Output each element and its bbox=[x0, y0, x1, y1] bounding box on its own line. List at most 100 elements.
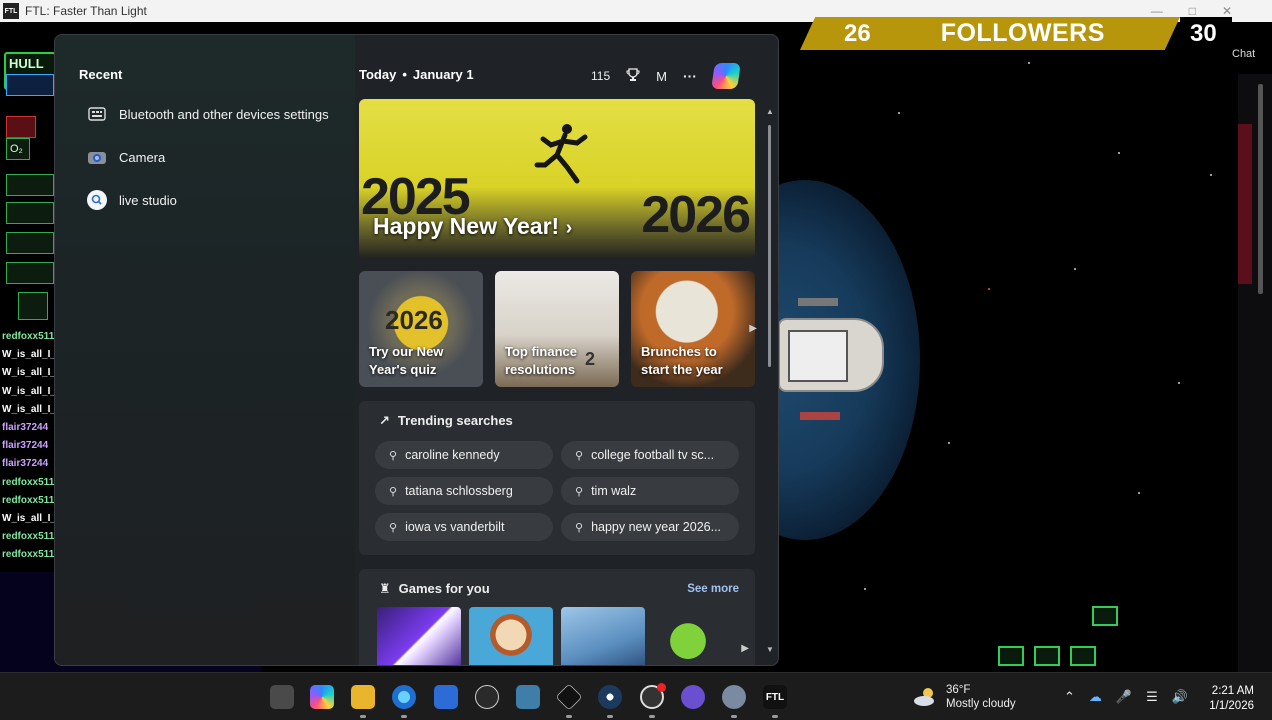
recent-item-bluetooth[interactable]: Bluetooth and other devices settings bbox=[87, 105, 329, 123]
search-icon bbox=[87, 190, 107, 210]
volume-icon[interactable]: 🔊 bbox=[1172, 689, 1188, 705]
ship-controls bbox=[998, 606, 1128, 672]
game-tile-2[interactable] bbox=[469, 607, 553, 665]
card-finance-resolutions[interactable]: 2 Top finance resolutions bbox=[495, 271, 619, 387]
reward-points[interactable]: 115 bbox=[591, 69, 610, 83]
card-new-year-quiz[interactable]: 2026 Try our New Year's quiz bbox=[359, 271, 483, 387]
game-tile-1[interactable] bbox=[377, 607, 461, 665]
copilot-icon[interactable] bbox=[711, 63, 741, 89]
ftl-taskbar-icon[interactable]: FTL bbox=[763, 685, 787, 709]
more-options-button[interactable]: ··· bbox=[683, 68, 697, 84]
chat-tab[interactable]: Chat bbox=[1232, 48, 1255, 60]
trending-item[interactable]: ⚲ tatiana schlossberg bbox=[375, 477, 553, 505]
scroll-up-icon[interactable]: ▲ bbox=[766, 107, 774, 116]
chess-piece-icon: ♜ bbox=[379, 581, 391, 596]
followers-label: FOLLOWERS bbox=[940, 19, 1105, 47]
crew-control-icon[interactable] bbox=[18, 292, 48, 320]
shield-system[interactable] bbox=[6, 74, 54, 96]
game-tile-3[interactable] bbox=[561, 607, 645, 665]
pause-icon[interactable] bbox=[1070, 646, 1096, 666]
account-avatar[interactable]: M bbox=[656, 69, 667, 84]
scroll-down-icon[interactable]: ▼ bbox=[766, 645, 774, 654]
taskbar: FTL 36°F Mostly cloudy ⌃ ☁ 🎤 ☰ 🔊 2:21 AM… bbox=[0, 672, 1272, 720]
flyout-scrollbar[interactable]: ▲ ▼ bbox=[766, 107, 774, 655]
store-icon[interactable] bbox=[434, 685, 458, 709]
recent-item-label: Bluetooth and other devices settings bbox=[119, 106, 329, 122]
player-ship[interactable] bbox=[778, 298, 884, 420]
chat-name: redfoxx511 bbox=[2, 531, 55, 543]
copilot-taskbar-icon[interactable] bbox=[310, 685, 334, 709]
task-view-icon[interactable] bbox=[270, 685, 294, 709]
file-explorer-icon[interactable] bbox=[351, 685, 375, 709]
ship-room[interactable] bbox=[788, 330, 848, 382]
trending-item[interactable]: ⚲ caroline kennedy bbox=[375, 441, 553, 469]
stream-chat-names: redfoxx511 W_is_all_I_ W_is_all_I_ W_is_all… bbox=[2, 328, 58, 565]
game-tile-4[interactable] bbox=[653, 607, 723, 665]
onedrive-icon[interactable]: ☁ bbox=[1089, 689, 1102, 705]
games-next-icon[interactable]: ▶ bbox=[741, 643, 749, 654]
weather-temp: 36°F bbox=[946, 684, 971, 696]
chat-scrollbar[interactable] bbox=[1258, 84, 1263, 294]
app-diamond-icon[interactable] bbox=[555, 683, 583, 711]
chat-name: W_is_all_I_ bbox=[2, 385, 56, 397]
see-more-link[interactable]: See more bbox=[687, 583, 739, 595]
chat-name: W_is_all_I_ bbox=[2, 349, 56, 361]
chat-app-icon[interactable] bbox=[681, 685, 705, 709]
card-caption: Brunches to start the year bbox=[641, 344, 723, 377]
trending-item[interactable]: ⚲ tim walz bbox=[561, 477, 739, 505]
oxygen-system[interactable]: O₂ bbox=[6, 138, 30, 160]
clock-time: 2:21 AM bbox=[1211, 685, 1254, 697]
scroll-thumb[interactable] bbox=[768, 125, 771, 367]
card-brunches[interactable]: Brunches to start the year bbox=[631, 271, 755, 387]
crew-icon[interactable] bbox=[998, 646, 1024, 666]
crew-slot-3[interactable] bbox=[6, 232, 54, 254]
recent-item-live-studio[interactable]: live studio bbox=[87, 190, 177, 210]
crew-slot-2[interactable] bbox=[6, 202, 54, 224]
door-icon[interactable] bbox=[1034, 646, 1060, 666]
clock-date: 1/1/2026 bbox=[1209, 700, 1254, 712]
trend-arrow-icon: ↗ bbox=[379, 413, 390, 428]
search-icon: ⚲ bbox=[575, 449, 584, 462]
obs-icon[interactable] bbox=[640, 683, 666, 709]
search-icon: ⚲ bbox=[575, 485, 584, 498]
trending-item[interactable]: ⚲ college football tv sc... bbox=[561, 441, 739, 469]
maximize-button[interactable]: □ bbox=[1189, 4, 1196, 18]
followers-goal-banner: 26 FOLLOWERS bbox=[800, 17, 1180, 50]
trending-item[interactable]: ⚲ iowa vs vanderbilt bbox=[375, 513, 553, 541]
weather-widget[interactable]: 36°F Mostly cloudy bbox=[912, 683, 1016, 711]
settings-gear-icon[interactable] bbox=[722, 685, 746, 709]
search-icon: ⚲ bbox=[389, 521, 398, 534]
search-icon: ⚲ bbox=[389, 449, 398, 462]
microphone-icon[interactable]: 🎤 bbox=[1116, 689, 1132, 705]
godot-icon[interactable] bbox=[516, 685, 540, 709]
crew-slot-4[interactable] bbox=[6, 262, 54, 284]
minimize-button[interactable]: — bbox=[1151, 4, 1163, 18]
camera-icon bbox=[87, 148, 107, 166]
trophy-icon[interactable] bbox=[626, 67, 640, 85]
cards-next-icon[interactable]: ▶ bbox=[749, 323, 757, 334]
search-icon: ⚲ bbox=[389, 485, 398, 498]
games-heading: ♜ Games for you bbox=[379, 581, 490, 596]
hero-card-new-year[interactable]: 2025 2026 Happy New Year! › bbox=[359, 99, 755, 259]
weather-desc: Mostly cloudy bbox=[946, 698, 1016, 710]
steam-icon[interactable] bbox=[598, 685, 622, 709]
chatgpt-icon[interactable] bbox=[475, 685, 499, 709]
recent-item-camera[interactable]: Camera bbox=[87, 148, 165, 166]
chat-panel-edge bbox=[1238, 124, 1252, 284]
ship-weapon-top bbox=[798, 298, 838, 306]
trending-item[interactable]: ⚲ happy new year 2026... bbox=[561, 513, 739, 541]
today-label: Today bbox=[359, 67, 397, 82]
edge-icon[interactable] bbox=[392, 685, 416, 709]
chevron-up-icon[interactable]: ⌃ bbox=[1064, 689, 1075, 705]
search-flyout: Recent Bluetooth and other devices setti… bbox=[54, 34, 779, 666]
cloud-moon-icon bbox=[912, 687, 938, 707]
autopilot-icon[interactable] bbox=[1092, 606, 1118, 626]
crew-slot-1[interactable] bbox=[6, 174, 54, 196]
close-button[interactable]: ✕ bbox=[1222, 4, 1232, 18]
chat-name: redfoxx511 bbox=[2, 494, 55, 506]
weapon-system[interactable] bbox=[6, 116, 36, 138]
trending-heading: ↗ Trending searches bbox=[379, 413, 513, 428]
chat-name: redfoxx511 bbox=[2, 331, 55, 342]
clock[interactable]: 2:21 AM 1/1/2026 bbox=[1196, 684, 1254, 714]
wifi-icon[interactable]: ☰ bbox=[1146, 689, 1158, 705]
